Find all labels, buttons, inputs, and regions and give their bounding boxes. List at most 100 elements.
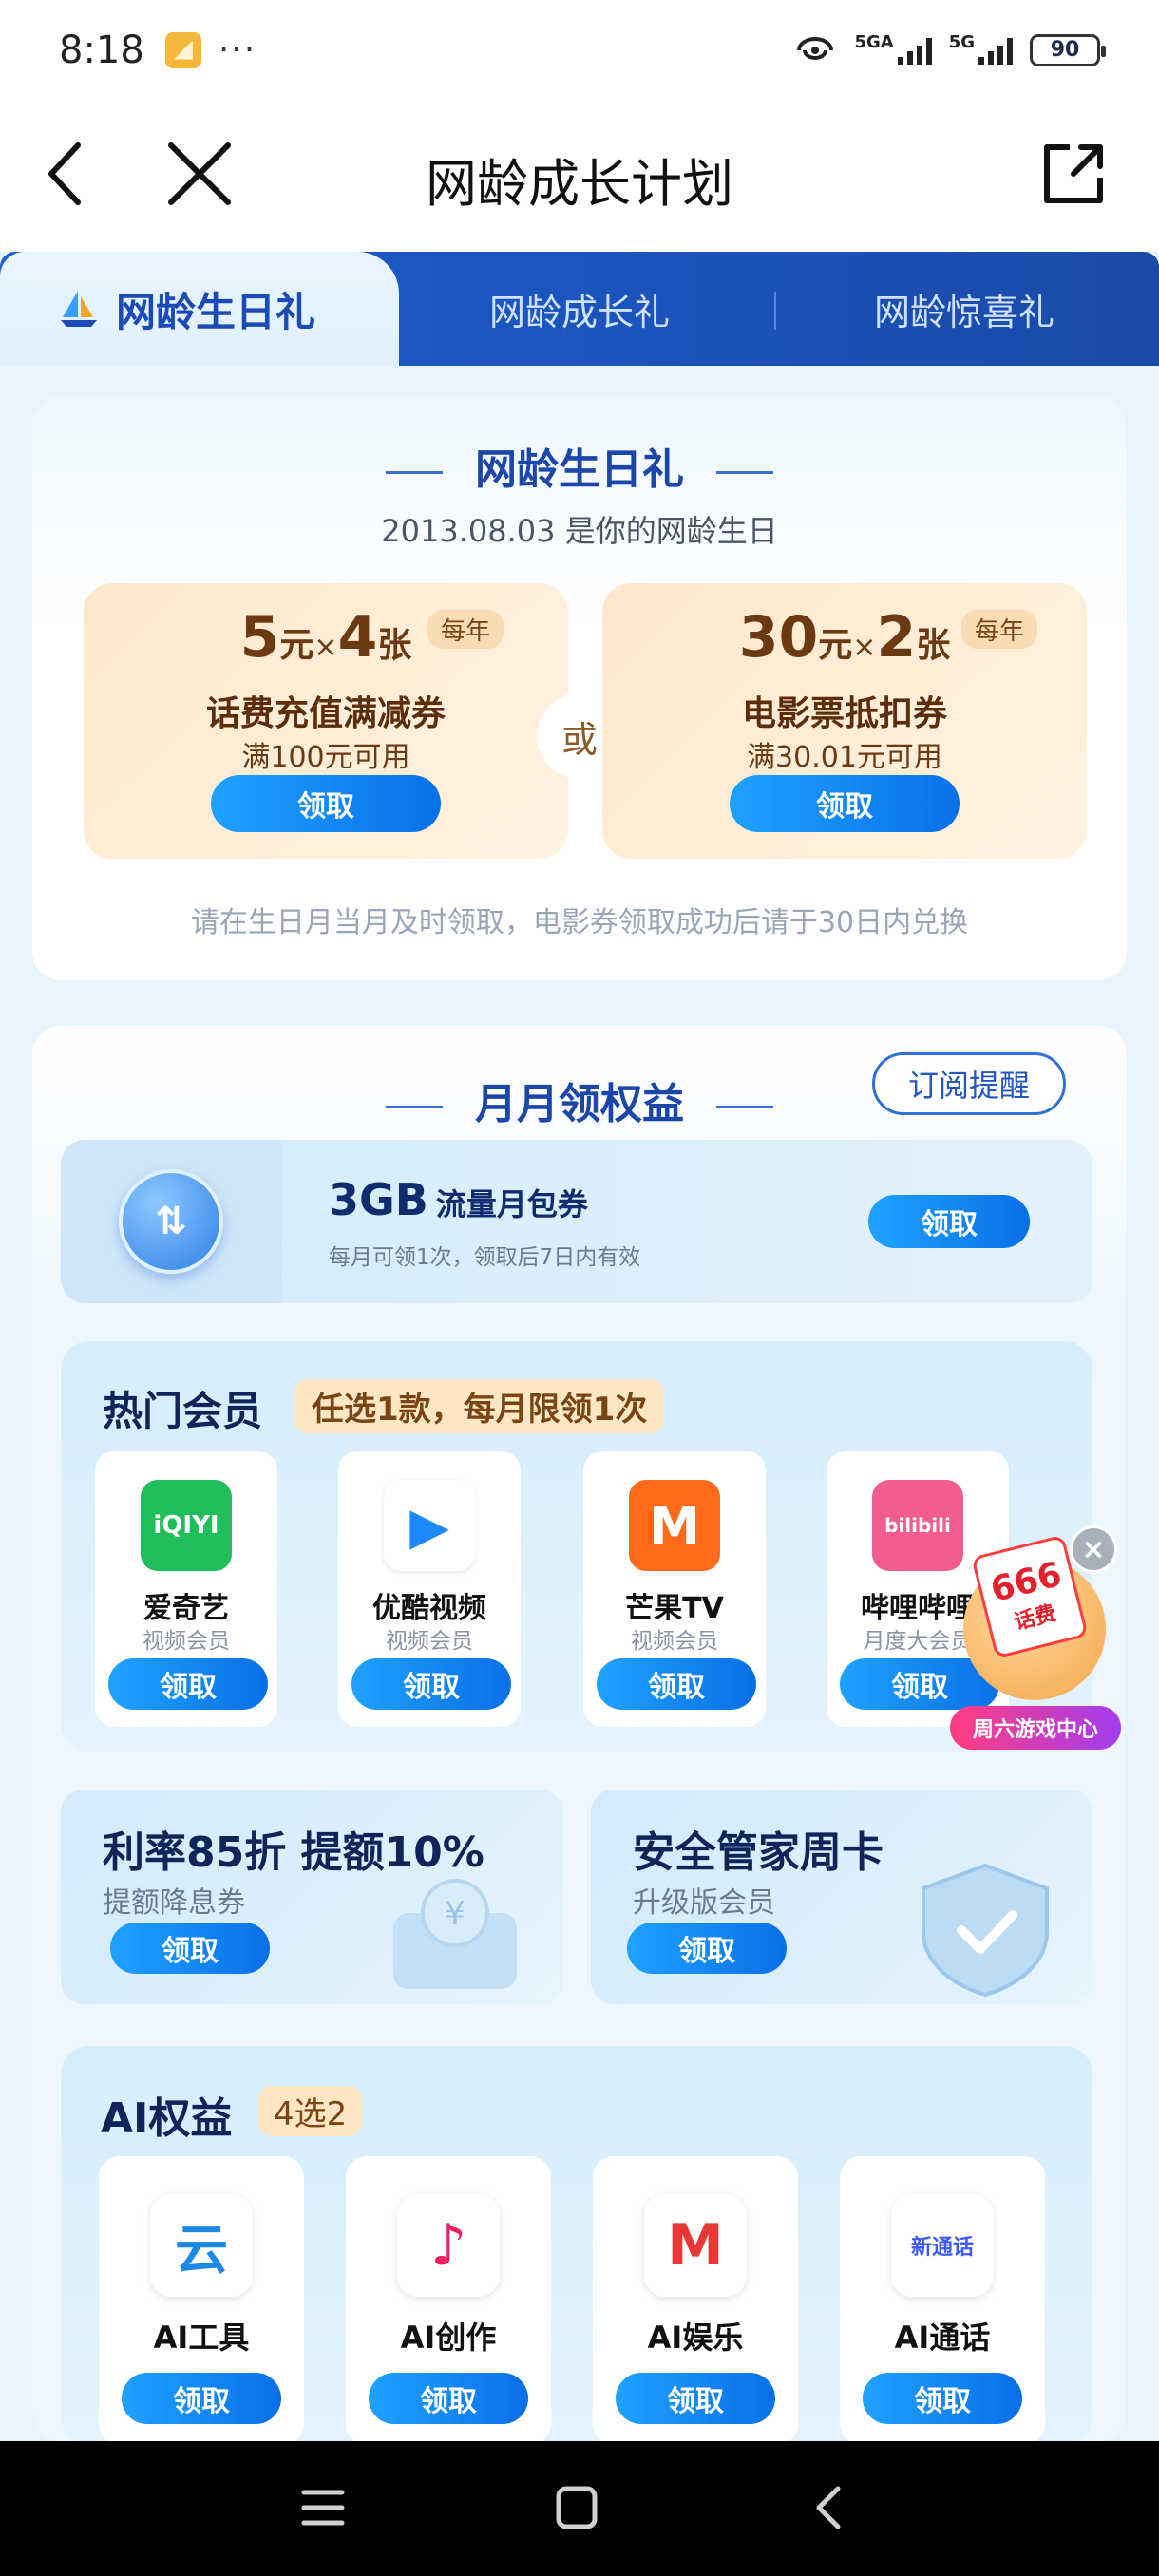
coupon-frequency-badge: 每年 <box>428 610 504 649</box>
notes-app-icon <box>164 31 201 68</box>
signal-5ga: 5GA <box>854 32 932 65</box>
coupon-condition: 满100元可用 <box>241 741 410 774</box>
hot-vip-title: 热门会员 <box>103 1388 263 1434</box>
vip-item-mango: M 芒果TV 视频会员 领取 <box>583 1451 766 1727</box>
vip-name: 爱奇艺 <box>143 1592 229 1625</box>
system-nav-bar <box>0 2441 1159 2576</box>
ad-label: 周六游戏中心 <box>950 1706 1121 1750</box>
back-icon[interactable] <box>809 2485 847 2530</box>
birthday-title-text: 网龄生日礼 <box>475 445 684 494</box>
hotspot-icon <box>797 36 834 60</box>
more-notifications-icon: ··· <box>218 30 257 69</box>
coupon-name: 电影票抵扣券 <box>741 694 947 733</box>
data-plan-title: 3GB 流量月包券 <box>329 1174 588 1225</box>
back-arrow-icon[interactable] <box>38 136 114 212</box>
claim-button[interactable]: 领取 <box>211 775 441 832</box>
claim-button[interactable]: 领取 <box>616 2373 775 2424</box>
data-transfer-icon: ⇅ <box>119 1169 223 1274</box>
new-call-icon: 新通话 <box>891 2194 994 2297</box>
birthday-date: 2013.08.03 是你的网龄生日 <box>381 513 778 549</box>
promo-title: 安全管家周卡 <box>633 1828 884 1877</box>
signal-bars-icon <box>897 36 932 65</box>
ai-benefits-panel: AI权益 4选2 云 AI工具 领取 ♪ AI创作 领取 M AI娱乐 领取 新… <box>61 2046 1092 2445</box>
tab-surprise[interactable]: 网龄惊喜礼 <box>788 252 1140 366</box>
claim-button[interactable]: 领取 <box>627 1923 787 1974</box>
menu-icon[interactable] <box>300 2487 346 2529</box>
claim-button[interactable]: 领取 <box>868 1195 1030 1248</box>
coupon-frequency-badge: 每年 <box>961 610 1038 649</box>
claim-button[interactable]: 领取 <box>122 2373 281 2424</box>
birthday-section-title: 网龄生日礼 <box>32 435 1127 496</box>
data-plan-desc: 每月可领1次，领取后7日内有效 <box>329 1245 641 1270</box>
coupon-count: 4 <box>337 604 378 671</box>
subscribe-reminder-button[interactable]: 订阅提醒 <box>872 1052 1066 1115</box>
hot-vip-badge: 任选1款，每月限领1次 <box>294 1379 665 1433</box>
coupon-value: 30 <box>738 604 819 671</box>
promo-card-security: 安全管家周卡 升级版会员 领取 <box>591 1790 1092 2004</box>
ai-item-name: AI通话 <box>894 2320 991 2356</box>
promo-card-rate: 利率85折 提额10% 提额降息券 领取 ¥ <box>61 1790 562 2004</box>
home-icon[interactable] <box>555 2485 598 2530</box>
coupon-count-unit: 张 <box>377 626 412 665</box>
mango-tv-icon: M <box>629 1480 720 1571</box>
status-time: 8:18 <box>59 28 144 72</box>
coupon-count-unit: 张 <box>916 626 951 665</box>
ai-title: AI权益 <box>101 2094 233 2143</box>
birthday-note: 请在生日月当月及时领取，电影券领取成功后请于30日内兑换 <box>190 906 969 939</box>
vip-subtitle: 视频会员 <box>142 1629 230 1654</box>
status-bar: 8:18 ··· 5GA 5G 90 <box>0 0 1159 100</box>
claim-button[interactable]: 领取 <box>730 775 960 832</box>
close-ad-icon[interactable]: × <box>1070 1525 1117 1573</box>
shield-icon <box>922 1863 1049 1998</box>
vip-subtitle: 视频会员 <box>631 1629 718 1654</box>
tab-birthday[interactable]: 网龄生日礼 <box>0 252 399 366</box>
signal-5g: 5G <box>949 32 1013 65</box>
data-plan-name: 流量月包券 <box>435 1186 588 1222</box>
claim-button[interactable]: 领取 <box>108 1658 268 1710</box>
coupon-name: 话费充值满减券 <box>205 694 446 733</box>
promo-title: 利率85折 提额10% <box>103 1828 484 1877</box>
vip-name: 芒果TV <box>625 1592 724 1625</box>
vip-subtitle: 视频会员 <box>386 1629 473 1654</box>
entertainment-icon: M <box>644 2194 747 2297</box>
coins-icon: ¥ <box>393 1879 517 1989</box>
signal-bars-icon <box>978 36 1013 65</box>
tab-growth[interactable]: 网龄成长礼 <box>399 252 760 366</box>
claim-button[interactable]: 领取 <box>597 1658 756 1710</box>
tab-bar: 网龄生日礼 网龄成长礼 网龄惊喜礼 <box>0 252 1159 366</box>
claim-button[interactable]: 领取 <box>863 2373 1022 2424</box>
coupon-movie-ticket: 30元×2张 每年 电影票抵扣券 满30.01元可用 领取 <box>602 583 1087 859</box>
close-icon[interactable] <box>162 136 238 212</box>
hot-vip-panel: 热门会员 任选1款，每月限领1次 iQIYI 爱奇艺 视频会员 领取 ▶ 优酷视… <box>61 1341 1092 1752</box>
coupon-value: 5 <box>239 604 280 671</box>
claim-button[interactable]: 领取 <box>369 2373 528 2424</box>
data-plan-card: ⇅ 3GB 流量月包券 每月可领1次，领取后7日内有效 领取 <box>61 1140 1092 1303</box>
music-create-icon: ♪ <box>397 2194 500 2297</box>
coupon-phone-bill: 5元×4张 每年 话费充值满减券 满100元可用 领取 <box>84 583 568 859</box>
ai-badge: 4选2 <box>258 2086 363 2136</box>
signal-label-5g: 5G <box>948 31 975 52</box>
ai-item-create: ♪ AI创作 领取 <box>346 2156 551 2445</box>
data-plan-amount: 3GB <box>329 1174 428 1225</box>
sailboat-icon <box>61 291 97 327</box>
coupon-times: × <box>314 631 338 664</box>
coupon-unit: 元 <box>279 626 314 665</box>
monthly-title-text: 月月领权益 <box>475 1080 684 1128</box>
claim-button[interactable]: 领取 <box>352 1658 511 1710</box>
vip-item-iqiyi: iQIYI 爱奇艺 视频会员 领取 <box>95 1451 277 1727</box>
svg-text:¥: ¥ <box>445 1895 466 1933</box>
claim-button[interactable]: 领取 <box>110 1923 270 1974</box>
promo-subtitle: 提额降息券 <box>103 1886 245 1920</box>
data-plan-icon-box: ⇅ <box>61 1140 281 1303</box>
ai-item-tools: 云 AI工具 领取 <box>99 2156 304 2445</box>
coupon-condition: 满30.01元可用 <box>747 741 942 774</box>
tab-divider <box>774 292 776 330</box>
youku-icon: ▶ <box>384 1480 475 1571</box>
coupon-count: 2 <box>876 604 917 671</box>
nav-bar: 网龄成长计划 <box>0 100 1159 252</box>
coupon-unit: 元 <box>818 626 853 665</box>
promo-subtitle: 升级版会员 <box>633 1886 775 1920</box>
vip-name: 优酷视频 <box>372 1592 486 1625</box>
iqiyi-icon: iQIYI <box>141 1480 232 1571</box>
share-icon[interactable] <box>1036 136 1112 212</box>
